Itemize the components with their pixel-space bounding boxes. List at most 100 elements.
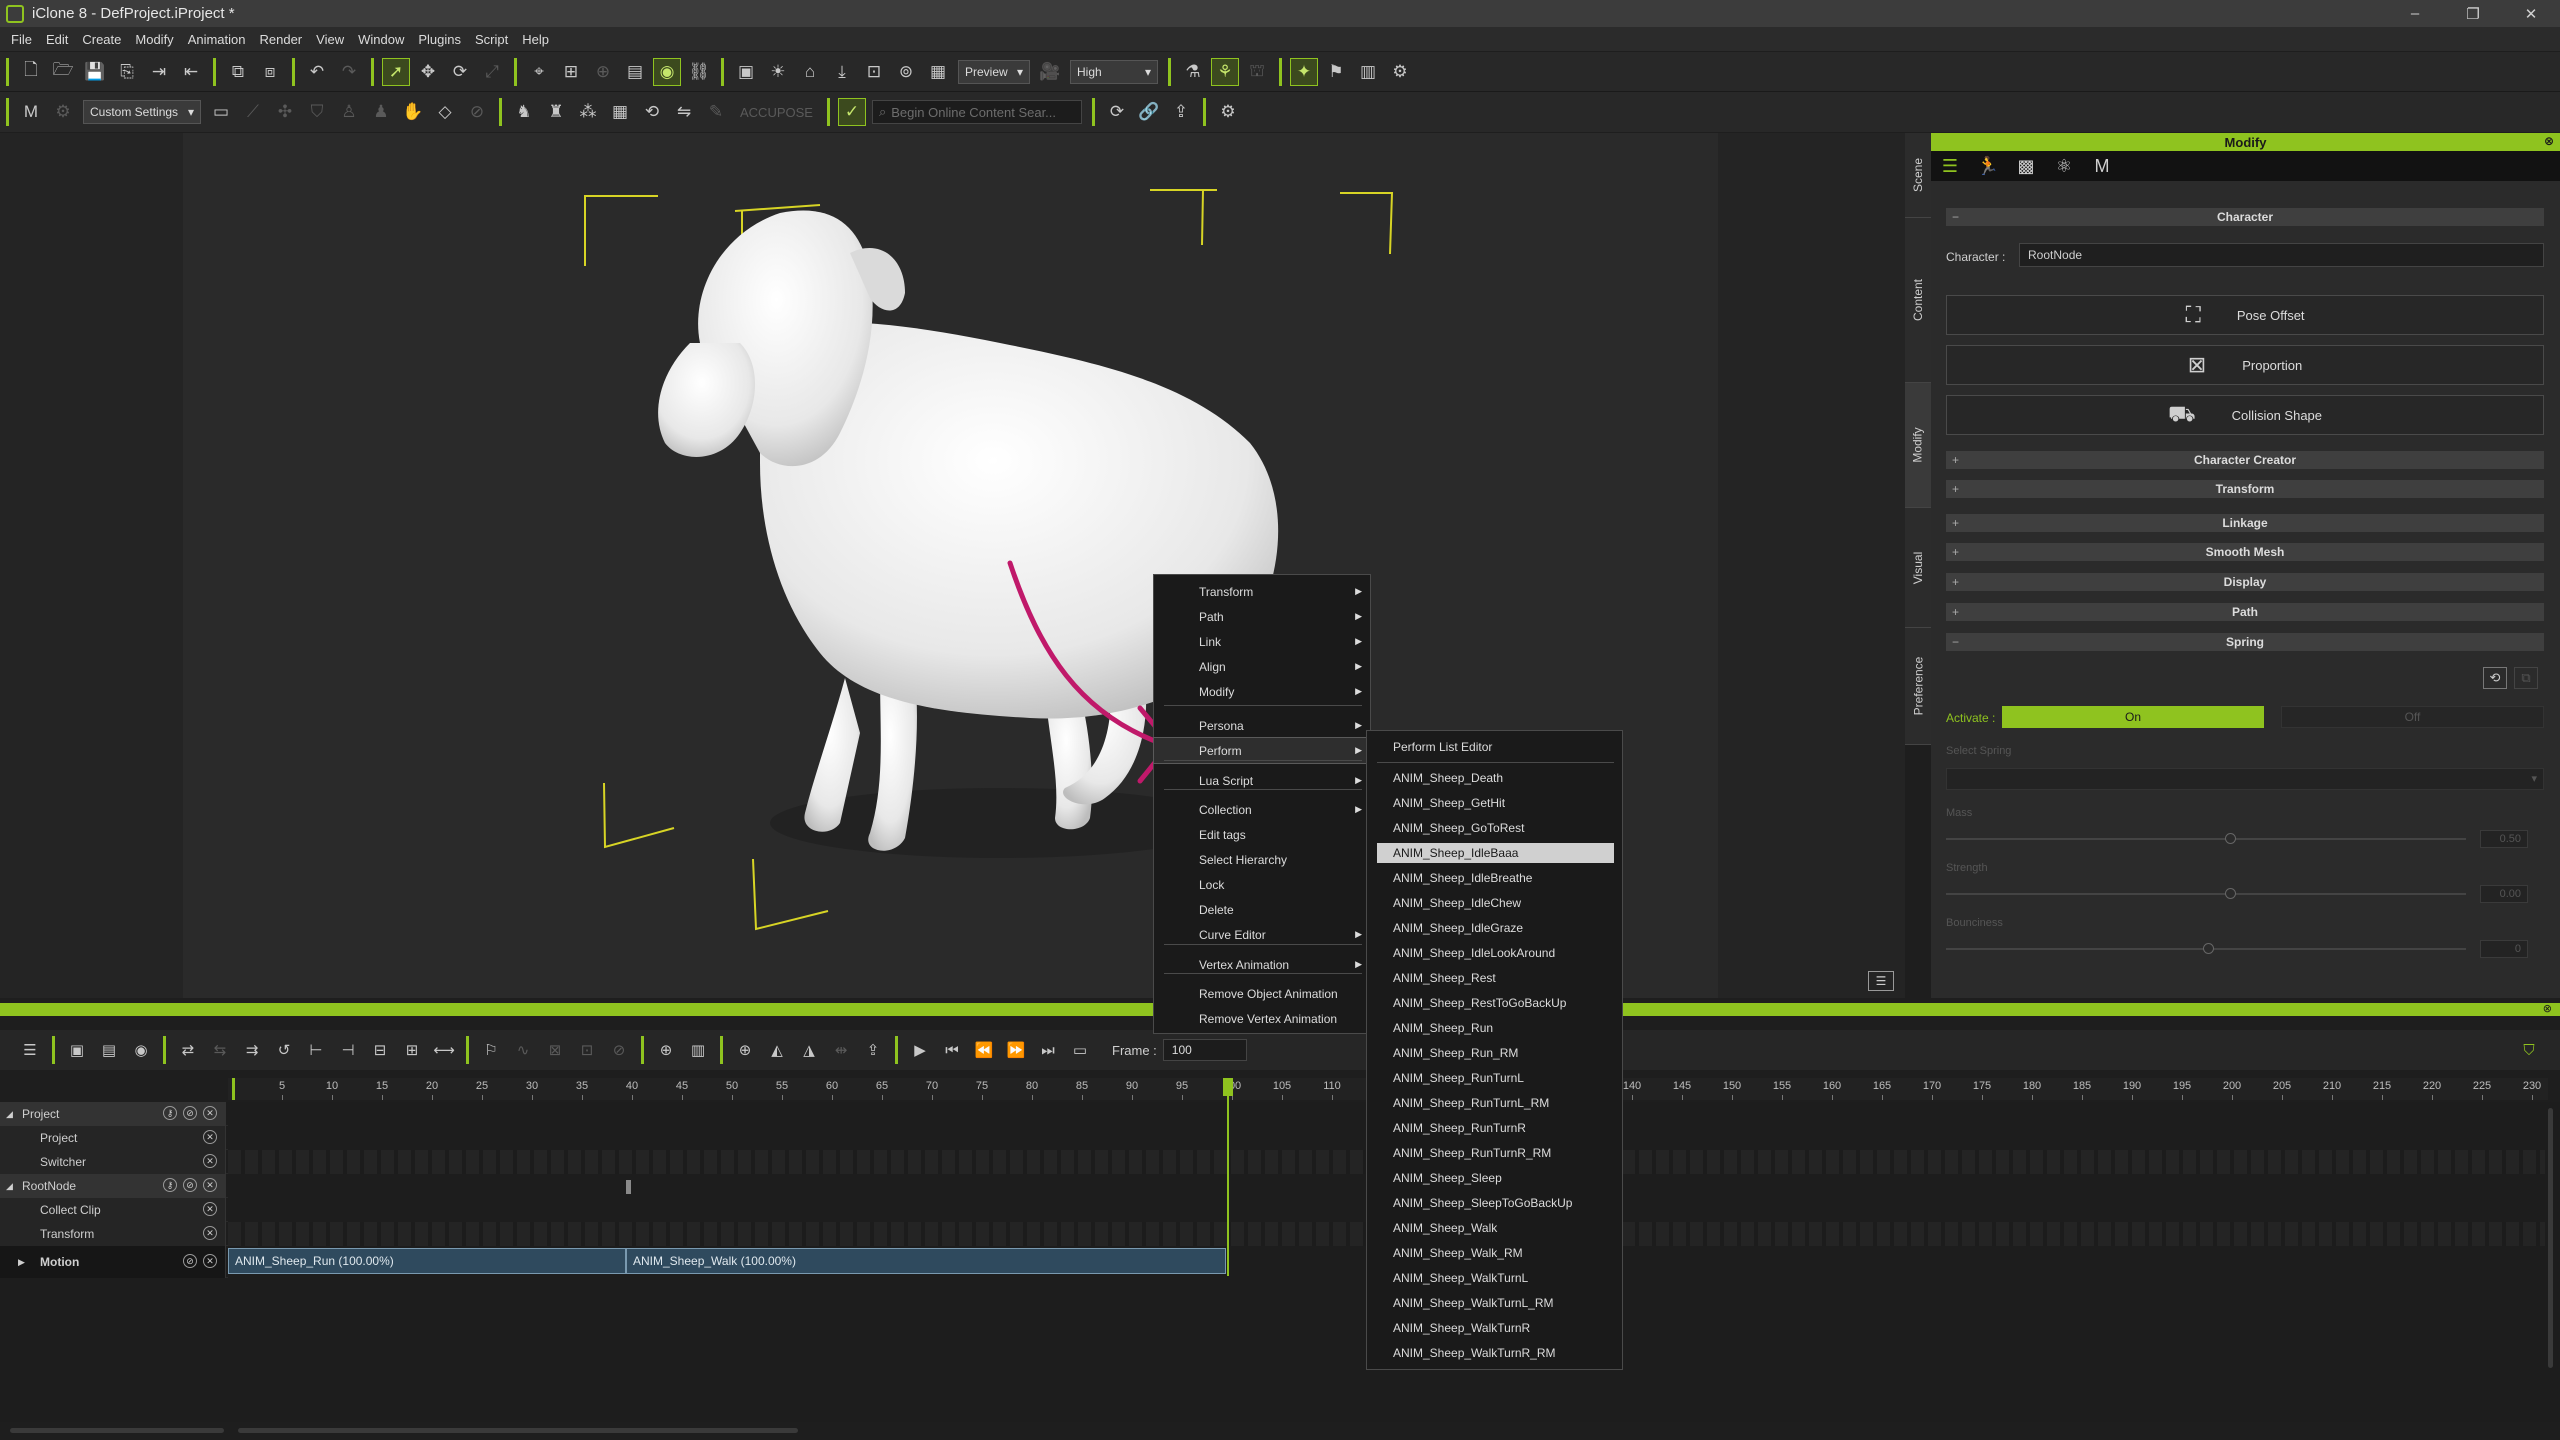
next-frame-icon[interactable]: ⏩ bbox=[1003, 1037, 1029, 1063]
perform-item[interactable]: ANIM_Sheep_GoToRest bbox=[1377, 818, 1614, 838]
menu-item-path[interactable]: Path ▶ bbox=[1154, 604, 1370, 629]
atom-icon[interactable]: ⚛ bbox=[2051, 153, 2077, 179]
close-track-icon[interactable]: ✕ bbox=[203, 1254, 217, 1268]
key-icon[interactable]: ▣ bbox=[64, 1037, 90, 1063]
tab-content[interactable]: Content bbox=[1905, 218, 1931, 383]
new-file-icon[interactable]: 🗋 bbox=[18, 59, 44, 85]
play-icon[interactable]: ▶ bbox=[907, 1037, 933, 1063]
section-smooth-mesh[interactable]: + Smooth Mesh bbox=[1946, 543, 2544, 561]
strength-slider-track[interactable] bbox=[1946, 893, 2466, 895]
spring-reset-icon[interactable]: ⟲ bbox=[2483, 667, 2507, 689]
grid-view-icon[interactable]: ⊡ bbox=[861, 59, 887, 85]
close-icon[interactable]: ⊗ bbox=[2543, 1002, 2552, 1015]
menu-item-modify[interactable]: Modify ▶ bbox=[1154, 679, 1370, 704]
track-list-scrollbar[interactable] bbox=[10, 1428, 224, 1433]
close-track-icon[interactable]: ✕ bbox=[203, 1154, 217, 1168]
track-collect-clip[interactable]: Collect Clip ✕ bbox=[0, 1198, 2545, 1222]
undo-icon[interactable]: ↶ bbox=[304, 59, 330, 85]
keyframe-marker[interactable] bbox=[626, 1180, 631, 1194]
merge-icon[interactable]: ⊞ bbox=[399, 1037, 425, 1063]
character-icon[interactable]: ♜ bbox=[543, 99, 569, 125]
keyframe-icon[interactable]: ◇ bbox=[432, 99, 458, 125]
link-tool-icon[interactable]: ⛓ bbox=[686, 59, 712, 85]
display-mode-icon[interactable]: ▦ bbox=[925, 59, 951, 85]
expand-arrow-icon[interactable]: ▶ bbox=[18, 1257, 34, 1268]
flag-key-icon[interactable]: ⚐ bbox=[478, 1037, 504, 1063]
menu-item-remove-vertex-animation[interactable]: Remove Vertex Animation bbox=[1154, 1006, 1370, 1031]
online-content-search[interactable]: ⌕ Begin Online Content Sear... bbox=[871, 100, 1082, 124]
mute-track-icon[interactable]: ⊘ bbox=[183, 1178, 197, 1192]
array-icon[interactable]: ▦ bbox=[607, 99, 633, 125]
menu-item-link[interactable]: Link ▶ bbox=[1154, 629, 1370, 654]
md-settings-icon[interactable]: ⚙ bbox=[50, 99, 76, 125]
timeline-vertical-scrollbar[interactable] bbox=[2548, 1108, 2553, 1368]
ungroup-icon[interactable]: ⧈ bbox=[257, 59, 283, 85]
perform-item[interactable]: ANIM_Sheep_GetHit bbox=[1377, 793, 1614, 813]
running-figure-icon[interactable]: 🏃 bbox=[1975, 153, 2001, 179]
perform-item[interactable]: ANIM_Sheep_Run_RM bbox=[1377, 1043, 1614, 1063]
track-transform[interactable]: Transform ✕ bbox=[0, 1222, 2545, 1246]
perform-item[interactable]: ANIM_Sheep_Death bbox=[1377, 768, 1614, 788]
chain-link-icon[interactable]: 🔗 bbox=[1136, 99, 1162, 125]
zoom-icon[interactable]: ⊕ bbox=[732, 1037, 758, 1063]
transition-icon[interactable]: ↺ bbox=[271, 1037, 297, 1063]
eye-icon[interactable]: ◉ bbox=[128, 1037, 154, 1063]
menu-window[interactable]: Window bbox=[351, 32, 411, 47]
physics-icon[interactable]: ⚗ bbox=[1180, 59, 1206, 85]
close-track-icon[interactable]: ✕ bbox=[203, 1202, 217, 1216]
accupose-icon[interactable]: ✎ bbox=[703, 99, 729, 125]
maximize-button[interactable]: ❐ bbox=[2444, 0, 2502, 27]
orbit-icon[interactable]: ⟳ bbox=[1104, 99, 1130, 125]
joint-icon[interactable]: ✣ bbox=[272, 99, 298, 125]
close-track-icon[interactable]: ✕ bbox=[203, 1226, 217, 1240]
tab-visual[interactable]: Visual bbox=[1905, 508, 1931, 628]
close-track-icon[interactable]: ✕ bbox=[203, 1106, 217, 1120]
ping-pong-icon[interactable]: ⇆ bbox=[207, 1037, 233, 1063]
columns-icon[interactable]: ▥ bbox=[685, 1037, 711, 1063]
section-path[interactable]: + Path bbox=[1946, 603, 2544, 621]
spring-off-button[interactable]: Off bbox=[2281, 706, 2544, 728]
menu-item-transform[interactable]: Transform ▶ bbox=[1154, 579, 1370, 604]
scale-tool-icon[interactable]: ⤢ bbox=[479, 59, 505, 85]
fit-range-icon[interactable]: ⇹ bbox=[828, 1037, 854, 1063]
perform-item[interactable]: ANIM_Sheep_IdleBreathe bbox=[1377, 868, 1614, 888]
save-icon[interactable]: 💾 bbox=[82, 59, 108, 85]
perform-item[interactable]: ANIM_Sheep_Sleep bbox=[1377, 1168, 1614, 1188]
collapse-arrow-icon[interactable]: ◢ bbox=[6, 1109, 22, 1120]
light-icon[interactable]: ☀ bbox=[765, 59, 791, 85]
snap-icon[interactable]: ⌖ bbox=[526, 59, 552, 85]
tab-preference[interactable]: Preference bbox=[1905, 628, 1931, 745]
select-tool-icon[interactable]: ➚ bbox=[382, 57, 410, 86]
section-spring[interactable]: − Spring bbox=[1946, 633, 2544, 651]
timeline-horizontal-scrollbar[interactable] bbox=[238, 1428, 798, 1433]
pose-icon[interactable]: ♟ bbox=[368, 99, 394, 125]
scatter-icon[interactable]: ⁂ bbox=[575, 99, 601, 125]
mass-value[interactable]: 0.50 bbox=[2480, 830, 2528, 848]
md-logo-icon[interactable]: M bbox=[18, 99, 44, 125]
mute-track-icon[interactable]: ⊘ bbox=[183, 1106, 197, 1120]
skin-icon[interactable]: ⛉ bbox=[304, 99, 330, 125]
perform-item[interactable]: ANIM_Sheep_Run bbox=[1377, 1018, 1614, 1038]
save-as-icon[interactable]: ⎘ bbox=[114, 59, 140, 85]
key-track-icon[interactable]: ⚷ bbox=[163, 1106, 177, 1120]
pivot-icon[interactable]: ⊕ bbox=[590, 59, 616, 85]
crowd-icon[interactable]: ♞ bbox=[511, 99, 537, 125]
bounciness-slider-knob[interactable] bbox=[2203, 943, 2214, 954]
rotate-tool-icon[interactable]: ⟳ bbox=[447, 59, 473, 85]
track-motion[interactable]: ▶ Motion ⊘ ✕ ANIM_Sheep_Run (100.00%) AN… bbox=[0, 1246, 2545, 1278]
playhead-line[interactable] bbox=[1227, 1078, 1229, 1276]
go-end-icon[interactable]: ⏭ bbox=[1035, 1037, 1061, 1063]
perform-item[interactable]: ANIM_Sheep_IdleGraze bbox=[1377, 918, 1614, 938]
section-linkage[interactable]: + Linkage bbox=[1946, 514, 2544, 532]
tab-scene[interactable]: Scene bbox=[1905, 133, 1931, 218]
minimize-button[interactable]: – bbox=[2386, 0, 2444, 27]
spring-on-button[interactable]: On bbox=[2002, 706, 2264, 728]
menu-item-remove-object-animation[interactable]: Remove Object Animation bbox=[1154, 981, 1370, 1006]
strength-value[interactable]: 0.00 bbox=[2480, 885, 2528, 903]
redo-icon[interactable]: ↷ bbox=[336, 59, 362, 85]
screen-mode-icon[interactable]: ▭ bbox=[1067, 1037, 1093, 1063]
close-track-icon[interactable]: ✕ bbox=[203, 1130, 217, 1144]
perform-item[interactable]: ANIM_Sheep_RestToGoBackUp bbox=[1377, 993, 1614, 1013]
perform-item[interactable]: ANIM_Sheep_IdleChew bbox=[1377, 893, 1614, 913]
close-track-icon[interactable]: ✕ bbox=[203, 1178, 217, 1192]
